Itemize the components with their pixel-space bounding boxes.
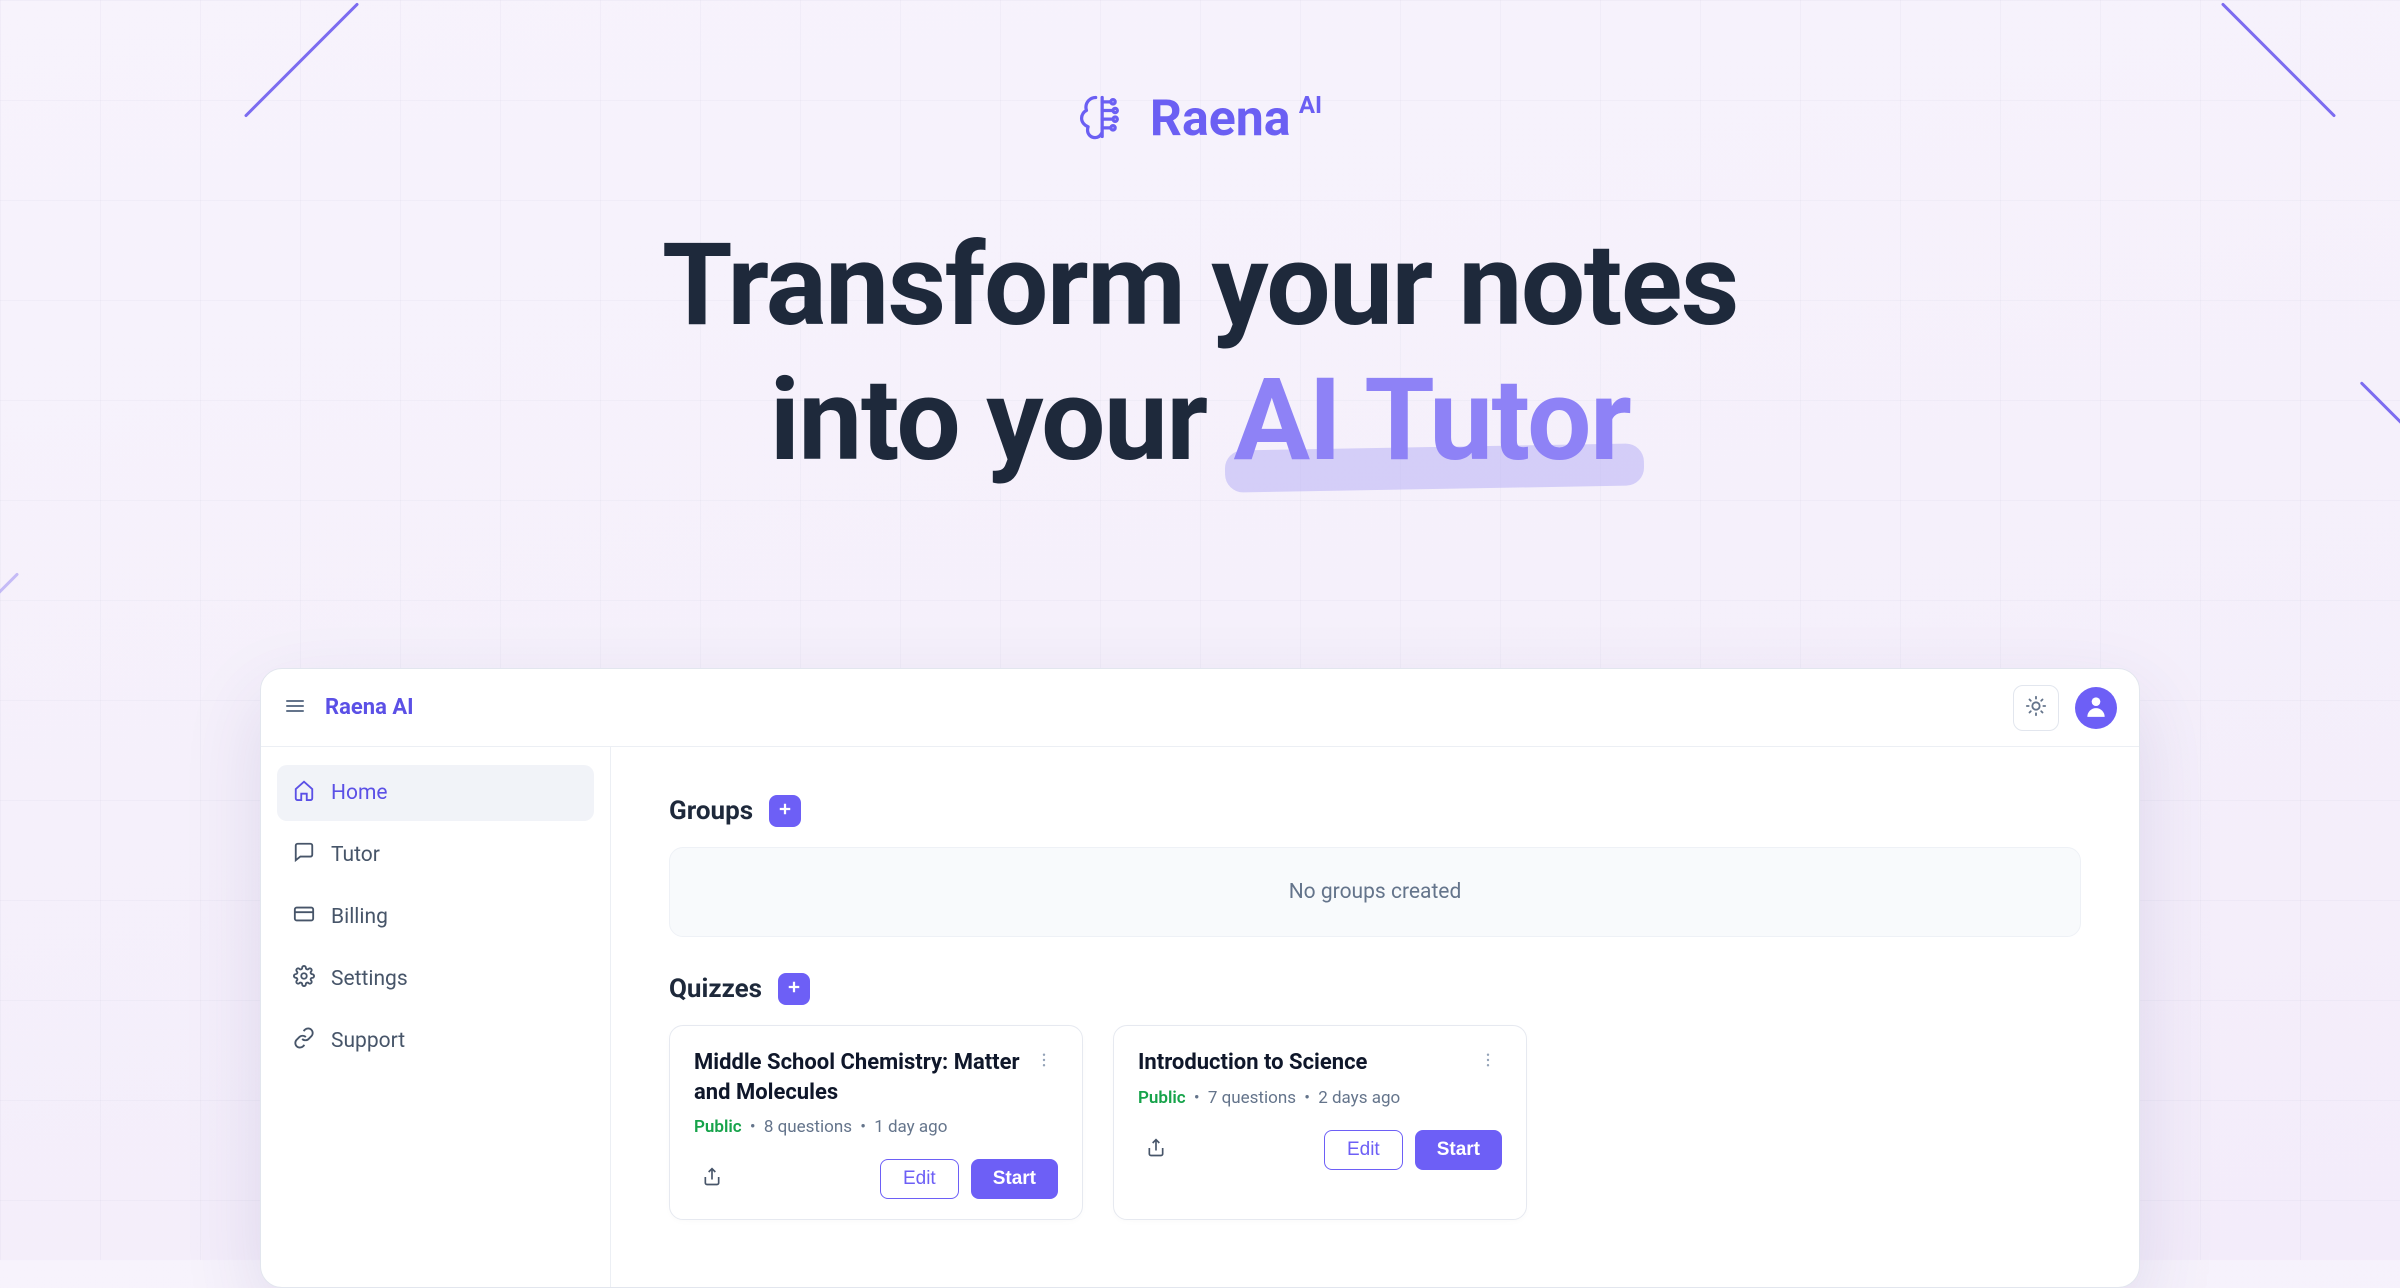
quiz-card-row: Middle School Chemistry: Matter and Mole… — [669, 1025, 2081, 1220]
app-window: Raena AI — [260, 668, 2140, 1288]
sidebar-item-home[interactable]: Home — [277, 765, 594, 821]
app-title[interactable]: Raena AI — [325, 695, 414, 720]
start-button[interactable]: Start — [1415, 1130, 1502, 1170]
edit-button[interactable]: Edit — [1324, 1130, 1403, 1170]
theme-toggle-button[interactable] — [2013, 685, 2059, 731]
main-content: Groups No groups created Quizzes — [611, 747, 2139, 1287]
hero-highlight: AI Tutor — [1233, 353, 1630, 487]
quiz-more-button[interactable] — [1474, 1048, 1502, 1076]
sun-icon — [2025, 695, 2047, 721]
quiz-title: Introduction to Science — [1138, 1048, 1474, 1078]
brain-icon — [1074, 91, 1126, 147]
quiz-more-button[interactable] — [1030, 1048, 1058, 1076]
sidebar-item-label: Home — [331, 781, 388, 805]
menu-icon[interactable] — [283, 694, 307, 722]
avatar[interactable] — [2075, 687, 2117, 729]
sidebar-item-billing[interactable]: Billing — [277, 889, 594, 945]
sidebar-item-label: Settings — [331, 967, 408, 991]
brand-text: Raena — [1150, 90, 1291, 148]
sidebar-item-label: Support — [331, 1029, 405, 1053]
sidebar-item-support[interactable]: Support — [277, 1013, 594, 1069]
add-quiz-button[interactable] — [778, 973, 810, 1005]
sidebar-item-label: Tutor — [331, 843, 380, 867]
quiz-card[interactable]: Middle School Chemistry: Matter and Mole… — [669, 1025, 1083, 1220]
plus-icon — [785, 978, 803, 1000]
sidebar: Home Tutor Billing Settings — [261, 747, 611, 1287]
quiz-card[interactable]: Introduction to Science Public • 7 quest… — [1113, 1025, 1527, 1220]
hero-headline: Transform your notes into your AI Tutor — [0, 218, 2400, 487]
user-icon — [2083, 693, 2109, 723]
link-icon — [293, 1027, 315, 1055]
sidebar-item-tutor[interactable]: Tutor — [277, 827, 594, 883]
quiz-visibility: Public — [1138, 1088, 1186, 1108]
brand-suffix: AI — [1299, 91, 1322, 119]
sidebar-item-settings[interactable]: Settings — [277, 951, 594, 1007]
brand-logo: Raena AI — [1074, 90, 1326, 148]
start-button[interactable]: Start — [971, 1159, 1058, 1199]
app-header: Raena AI — [261, 669, 2139, 747]
share-button[interactable] — [694, 1161, 730, 1197]
decorative-line — [0, 572, 19, 687]
groups-title: Groups — [669, 796, 753, 826]
quiz-question-count: 7 questions — [1208, 1088, 1296, 1108]
quiz-title: Middle School Chemistry: Matter and Mole… — [694, 1048, 1030, 1107]
quiz-visibility: Public — [694, 1117, 742, 1137]
quizzes-section-header: Quizzes — [669, 973, 2081, 1005]
gear-icon — [293, 965, 315, 993]
brand-name: Raena AI — [1150, 90, 1326, 148]
chat-icon — [293, 841, 315, 869]
hero: Raena AI Transform your notes into your … — [0, 0, 2400, 487]
quiz-age: 2 days ago — [1318, 1088, 1400, 1108]
quiz-question-count: 8 questions — [764, 1117, 852, 1137]
quiz-meta: Public • 7 questions • 2 days ago — [1138, 1088, 1502, 1108]
card-icon — [293, 903, 315, 931]
hero-line1: Transform your notes — [662, 218, 1738, 352]
more-vertical-icon — [1479, 1051, 1497, 1073]
more-vertical-icon — [1035, 1051, 1053, 1073]
quizzes-title: Quizzes — [669, 974, 762, 1004]
share-icon — [702, 1167, 722, 1191]
groups-section-header: Groups — [669, 795, 2081, 827]
share-icon — [1146, 1138, 1166, 1162]
hero-line2-prefix: into your — [770, 353, 1234, 487]
quiz-meta: Public • 8 questions • 1 day ago — [694, 1117, 1058, 1137]
edit-button[interactable]: Edit — [880, 1159, 959, 1199]
sidebar-item-label: Billing — [331, 905, 388, 929]
add-group-button[interactable] — [769, 795, 801, 827]
plus-icon — [776, 800, 794, 822]
groups-empty-state: No groups created — [669, 847, 2081, 937]
empty-message: No groups created — [1289, 880, 1462, 904]
home-icon — [293, 779, 315, 807]
share-button[interactable] — [1138, 1132, 1174, 1168]
quiz-age: 1 day ago — [874, 1117, 947, 1137]
